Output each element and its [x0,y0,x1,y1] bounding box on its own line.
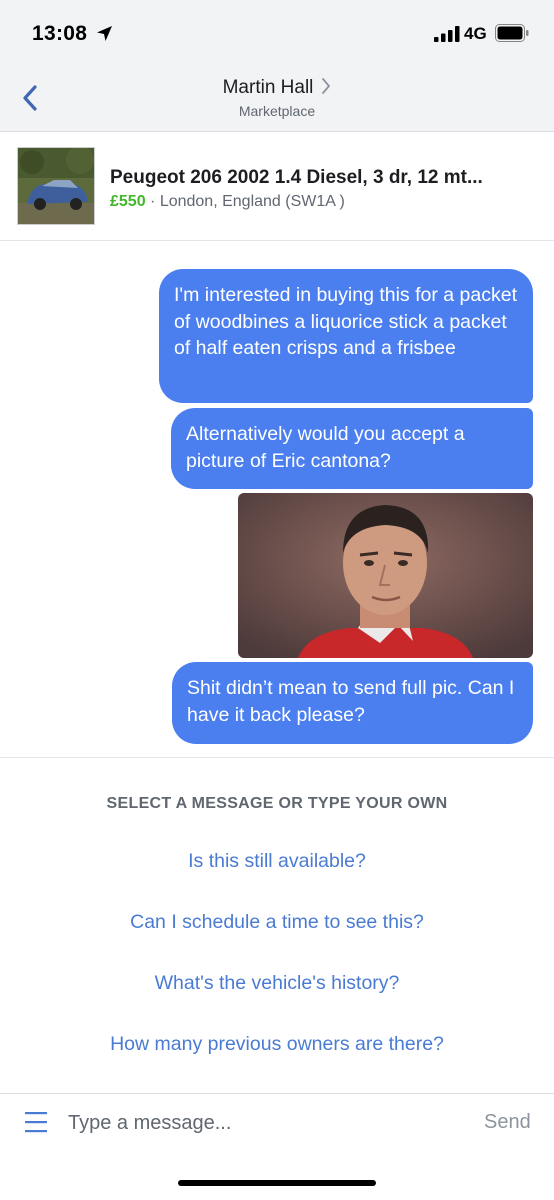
suggested-message[interactable]: What's the vehicle's history? [0,972,554,995]
battery-icon [495,24,529,42]
suggested-message[interactable]: How many previous owners are there? [0,1033,554,1056]
listing-card[interactable]: Peugeot 206 2002 1.4 Diesel, 3 dr, 12 mt… [0,133,554,241]
signal-icon [434,26,460,42]
conversation-header: Martin Hall Marketplace [0,66,554,132]
meta-separator: · [145,193,160,210]
listing-location: London, England (SW1A ) [159,193,345,210]
message-input[interactable] [68,1108,458,1138]
suggestions-header: SELECT A MESSAGE OR TYPE YOUR OWN [106,795,448,812]
message-bubble[interactable]: I'm interested in buying this for a pack… [159,269,533,403]
chevron-right-icon [322,78,331,95]
suggested-message[interactable]: Can I schedule a time to see this? [0,911,554,934]
message-composer: Send [0,1093,554,1153]
contact-name-link[interactable]: Martin Hall [0,77,554,99]
network-label: 4G [464,24,487,43]
status-time: 13:08 [32,22,88,45]
message-bubble[interactable]: Alternatively would you accept a picture… [171,408,533,489]
suggested-message[interactable]: Is this still available? [0,850,554,873]
header-subtitle: Marketplace [238,103,316,119]
listing-thumbnail [17,147,95,225]
contact-name: Martin Hall [222,77,314,98]
divider [0,757,554,758]
location-arrow-icon [97,26,112,41]
message-photo[interactable] [238,493,533,658]
menu-icon[interactable] [24,1110,48,1134]
send-button[interactable]: Send [484,1111,531,1134]
listing-meta: £550 · London, England (SW1A ) [110,193,345,211]
status-bar: 13:08 4G [0,0,554,66]
message-bubble[interactable]: Shit didn’t mean to send full pic. Can I… [172,662,533,744]
listing-title: Peugeot 206 2002 1.4 Diesel, 3 dr, 12 mt… [110,167,483,188]
home-indicator[interactable] [178,1180,376,1186]
listing-price: £550 [110,193,146,210]
